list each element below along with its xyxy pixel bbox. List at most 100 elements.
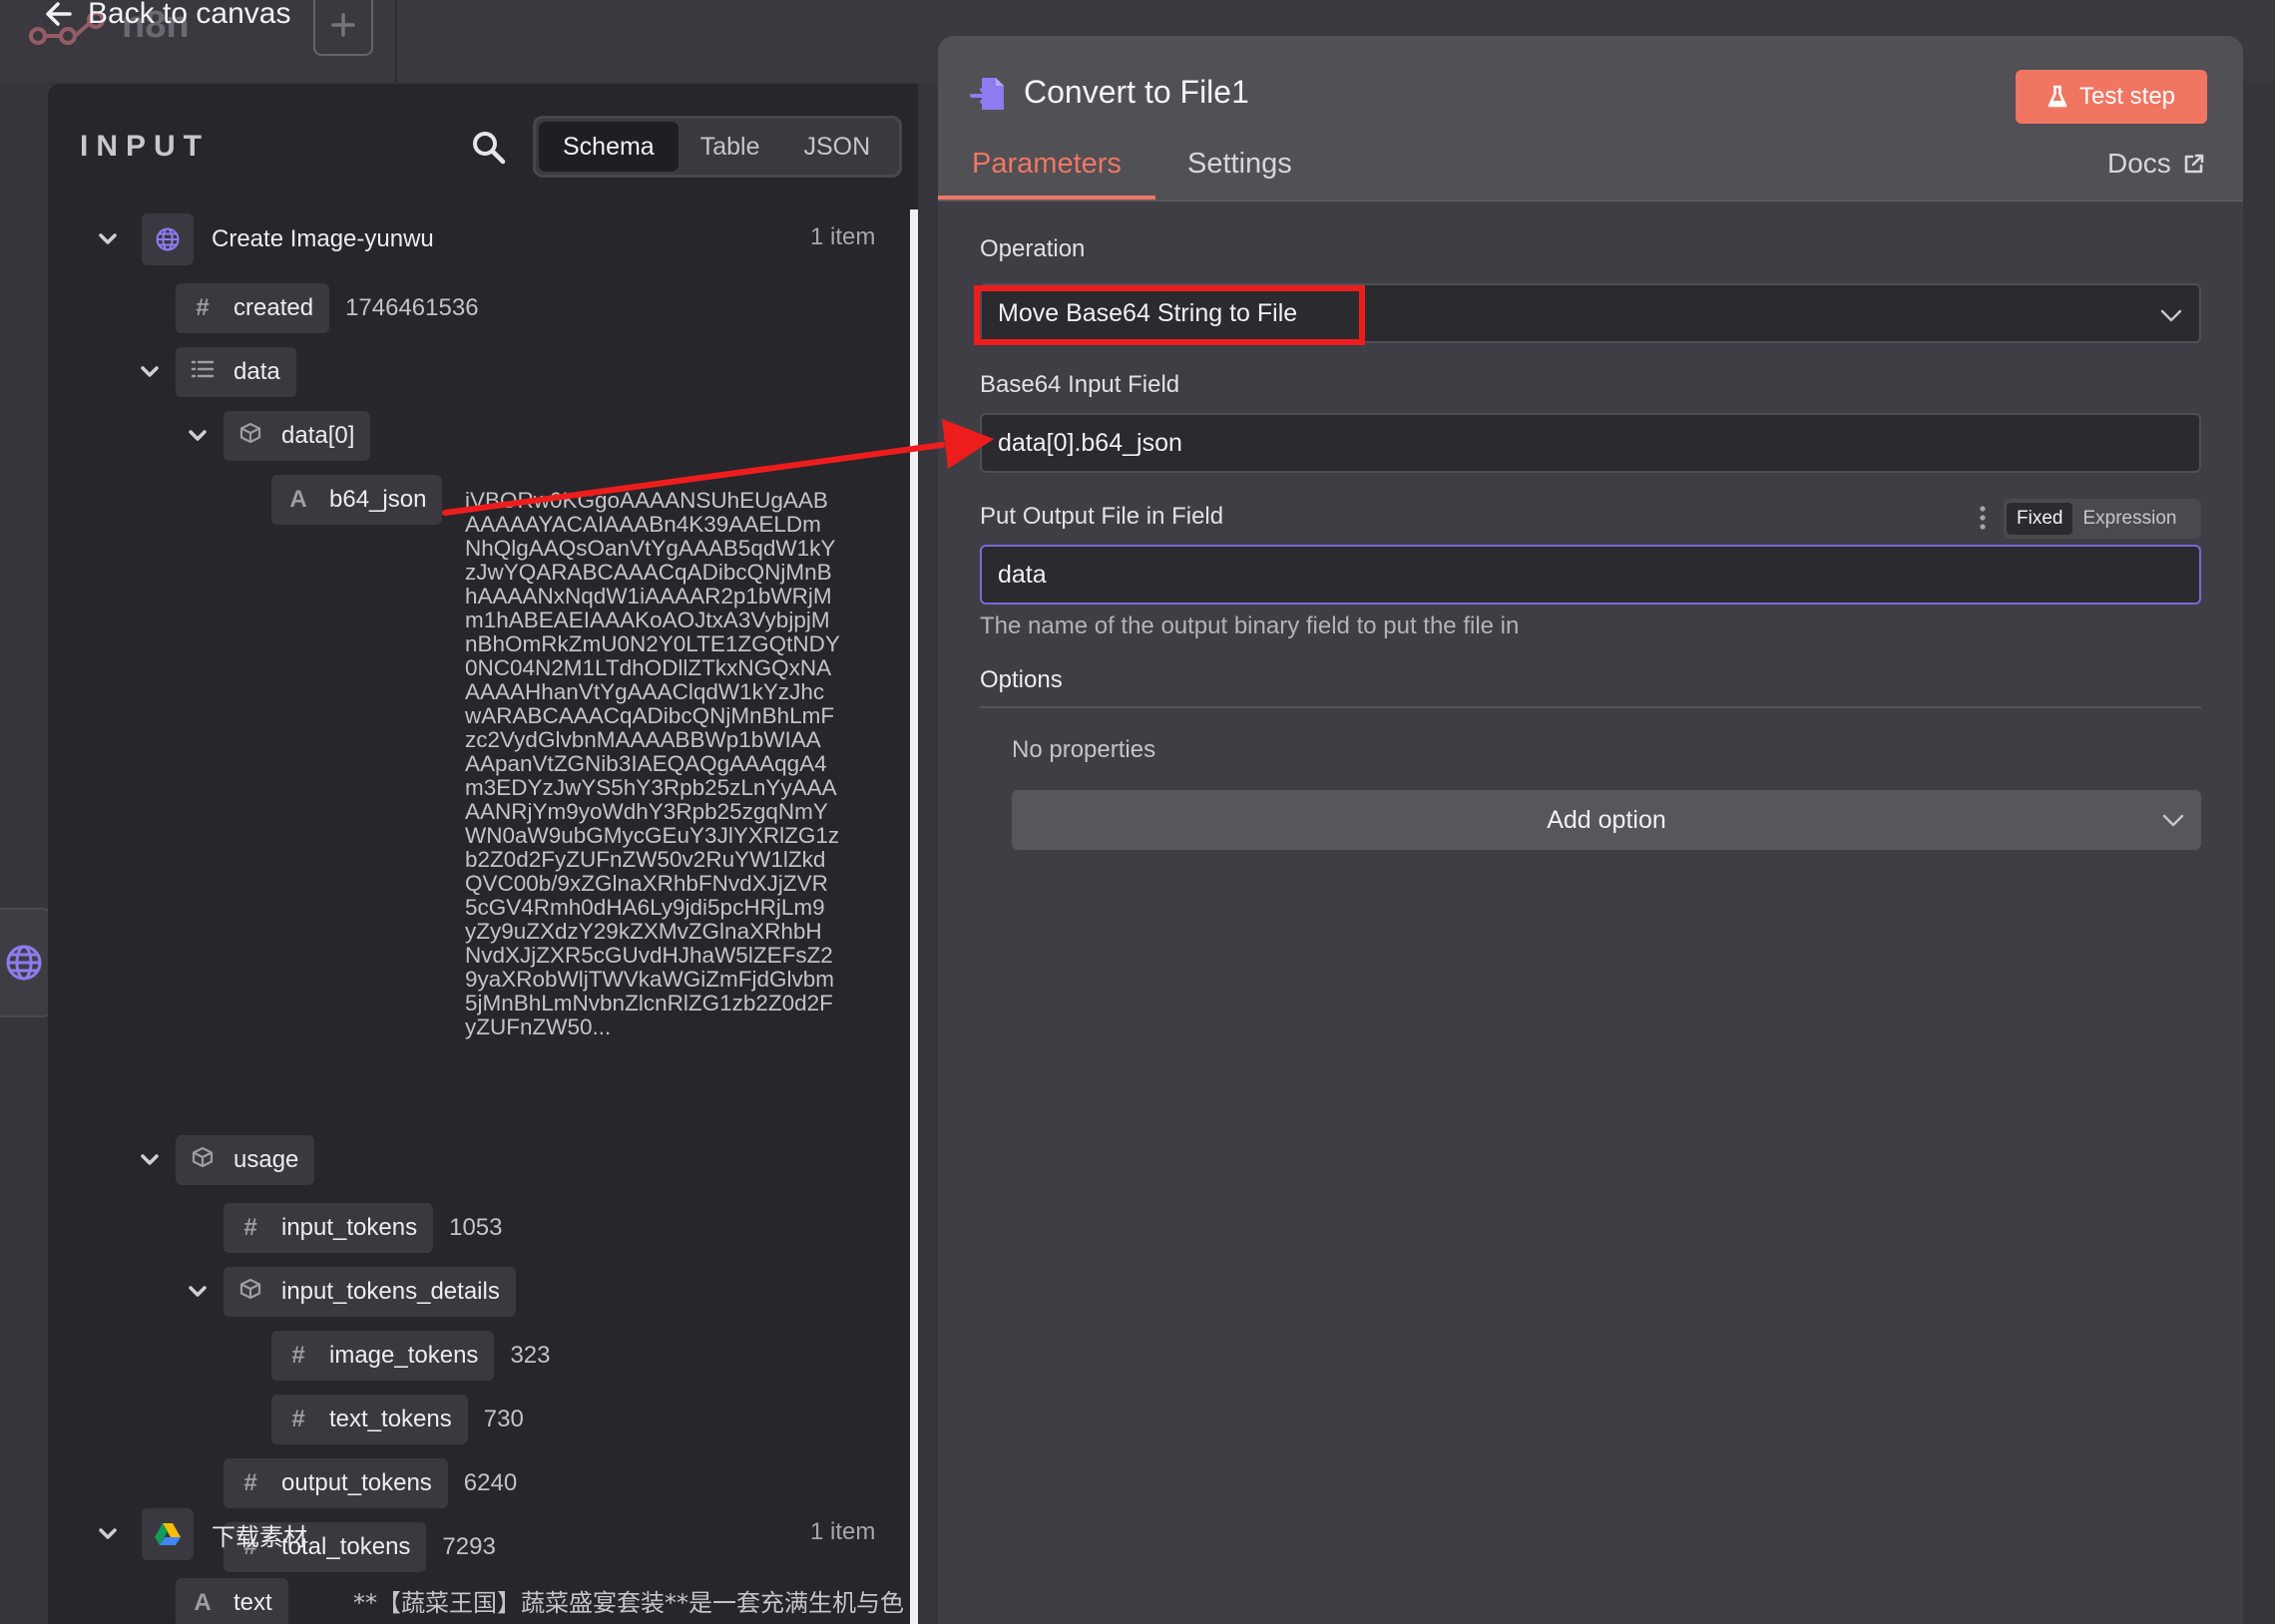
fixed-expression-toggle: Fixed Expression xyxy=(2004,499,2201,539)
field-value-b64: iVBORw0KGgoAAAANSUhEUgAAB AAAAAYACAIAAAB… xyxy=(465,488,840,1039)
input-panel: INPUT Schema Table JSON Create Image-yun… xyxy=(48,84,918,1624)
field-label: text_tokens xyxy=(329,1406,452,1432)
node-panel-header: Convert to File1 Test step Parameters Se… xyxy=(938,36,2243,202)
app-root: n8n Back to canvas INPUT Schema Table JS… xyxy=(0,0,2275,1624)
add-option-button[interactable]: Add option xyxy=(1012,790,2201,850)
panel-divider xyxy=(910,209,918,1624)
field-pill[interactable]: # input_tokens xyxy=(224,1203,434,1253)
hash-icon: # xyxy=(243,1469,257,1496)
field-pill[interactable]: A text xyxy=(176,1578,288,1624)
output-field-label: Put Output File in Field xyxy=(980,503,1224,530)
item-count: 1 item xyxy=(810,223,876,250)
hash-icon: # xyxy=(291,1342,305,1369)
operation-select[interactable]: Move Base64 String to File xyxy=(980,283,2201,343)
schema-field-input-tokens-details[interactable]: input_tokens_details xyxy=(184,1267,516,1317)
field-value: 1746461536 xyxy=(345,294,479,321)
field-value-text: **【蔬菜王国】蔬菜盛宴套装**是一套充满生机与色 xyxy=(353,1590,904,1616)
search-icon[interactable] xyxy=(469,128,509,168)
view-mode-toggle: Schema Table JSON xyxy=(533,116,902,178)
view-tab-json[interactable]: JSON xyxy=(781,122,892,172)
header-divider xyxy=(938,200,2243,202)
chevron-down-icon[interactable] xyxy=(94,1520,122,1548)
node-name: 下载素材 xyxy=(212,1522,307,1551)
field-pill[interactable]: # output_tokens xyxy=(224,1458,448,1508)
add-option-label: Add option xyxy=(1547,805,1666,834)
schema-field-output-tokens[interactable]: # output_tokens 6240 xyxy=(224,1458,517,1508)
output-field-input[interactable]: data xyxy=(980,545,2201,605)
external-link-icon xyxy=(2184,154,2204,174)
back-to-canvas-label: Back to canvas xyxy=(88,0,291,30)
cube-icon xyxy=(190,1146,216,1175)
view-tab-table[interactable]: Table xyxy=(679,122,782,172)
topbar-divider xyxy=(395,0,397,82)
hash-icon: # xyxy=(196,294,210,321)
field-pill[interactable]: # text_tokens xyxy=(271,1395,468,1444)
field-label: data xyxy=(233,358,280,385)
output-field-hint: The name of the output binary field to p… xyxy=(980,612,1520,639)
chevron-down-icon[interactable] xyxy=(184,422,212,450)
schema-field-data-0[interactable]: data[0] xyxy=(184,411,371,461)
docs-link[interactable]: Docs xyxy=(2107,148,2205,180)
flask-icon xyxy=(2048,85,2067,108)
schema-field-b64-json[interactable]: A b64_json xyxy=(271,475,443,525)
schema-field-text[interactable]: A text xyxy=(176,1578,288,1624)
tab-settings[interactable]: Settings xyxy=(1187,148,1292,202)
docs-label: Docs xyxy=(2107,148,2171,179)
field-pill[interactable]: # image_tokens xyxy=(271,1331,495,1381)
operation-label: Operation xyxy=(980,235,1086,262)
add-node-button[interactable] xyxy=(313,0,373,56)
field-value: 6240 xyxy=(463,1469,518,1496)
node-name: Create Image-yunwu xyxy=(212,225,434,252)
field-label: b64_json xyxy=(329,486,427,513)
field-label: usage xyxy=(233,1146,299,1173)
text-a-icon: A xyxy=(194,1589,212,1616)
field-value: 1053 xyxy=(449,1214,503,1241)
field-pill[interactable]: data xyxy=(176,347,296,397)
operation-value: Move Base64 String to File xyxy=(998,298,1298,327)
back-to-canvas-link[interactable]: Back to canvas xyxy=(44,0,290,36)
schema-field-input-tokens[interactable]: # input_tokens 1053 xyxy=(224,1203,503,1253)
chevron-down-icon[interactable] xyxy=(136,1146,164,1174)
mode-expression[interactable]: Expression xyxy=(2072,503,2186,535)
field-pill[interactable]: data[0] xyxy=(224,411,371,461)
node-settings-panel: Convert to File1 Test step Parameters Se… xyxy=(938,36,2243,1624)
cube-icon xyxy=(237,422,263,451)
test-step-label: Test step xyxy=(2078,83,2176,110)
schema-field-text-tokens[interactable]: # text_tokens 730 xyxy=(271,1395,524,1444)
node-title[interactable]: Convert to File1 xyxy=(1024,74,1249,111)
node-row-create-image[interactable]: Create Image-yunwu xyxy=(94,213,434,265)
field-label: created xyxy=(233,294,314,321)
field-pill[interactable]: input_tokens_details xyxy=(224,1267,516,1317)
field-pill[interactable]: usage xyxy=(176,1135,315,1185)
schema-field-usage[interactable]: usage xyxy=(136,1135,315,1185)
schema-field-image-tokens[interactable]: # image_tokens 323 xyxy=(271,1331,550,1381)
field-label: data[0] xyxy=(281,422,355,449)
kebab-icon[interactable] xyxy=(1978,505,1988,531)
field-value: 323 xyxy=(510,1342,551,1369)
options-divider xyxy=(980,706,2201,708)
node-row-download-assets[interactable]: 下载素材 xyxy=(94,1508,307,1560)
plus-icon xyxy=(331,13,355,37)
chevron-down-icon[interactable] xyxy=(184,1278,212,1306)
options-label: Options xyxy=(980,666,1063,693)
google-drive-icon xyxy=(142,1508,194,1560)
field-label: input_tokens xyxy=(281,1214,418,1241)
globe-icon xyxy=(6,945,42,981)
field-value: 730 xyxy=(483,1406,524,1432)
base64-input-field[interactable]: data[0].b64_json xyxy=(980,413,2201,473)
chevron-down-icon[interactable] xyxy=(136,358,164,386)
schema-field-data[interactable]: data xyxy=(136,347,296,397)
field-label: output_tokens xyxy=(281,1469,432,1496)
tab-parameters[interactable]: Parameters xyxy=(938,148,1155,202)
node-globe-stub[interactable] xyxy=(0,908,54,1017)
chevron-down-icon[interactable] xyxy=(94,225,122,253)
schema-field-created[interactable]: # created 1746461536 xyxy=(176,283,479,333)
field-pill[interactable]: # created xyxy=(176,283,330,333)
test-step-button[interactable]: Test step xyxy=(2016,70,2207,124)
chevron-down-icon xyxy=(2160,309,2182,322)
field-pill[interactable]: A b64_json xyxy=(271,475,443,525)
mode-fixed[interactable]: Fixed xyxy=(2007,503,2073,535)
field-label: text xyxy=(233,1589,272,1616)
view-tab-schema[interactable]: Schema xyxy=(539,122,679,172)
hash-icon: # xyxy=(291,1406,305,1432)
